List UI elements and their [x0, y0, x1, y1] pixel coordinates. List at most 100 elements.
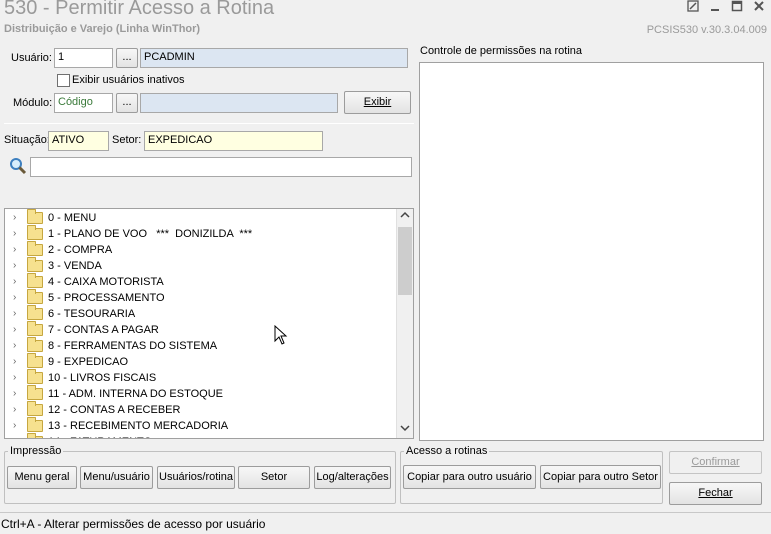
- tree-item[interactable]: › 10 - LIVROS FISCAIS: [5, 369, 397, 386]
- folder-icon: [27, 321, 43, 336]
- chevron-right-icon[interactable]: ›: [13, 370, 16, 386]
- tree-item[interactable]: › 11 - ADM. INTERNA DO ESTOQUE: [5, 385, 397, 402]
- search-input[interactable]: [30, 157, 412, 177]
- folder-icon: [27, 225, 43, 240]
- divider: [4, 123, 414, 124]
- exibir-inativos-checkbox[interactable]: [57, 74, 70, 87]
- edit-window-icon[interactable]: [684, 0, 702, 14]
- modulo-lookup-button[interactable]: ...: [116, 93, 138, 113]
- close-icon[interactable]: [750, 0, 768, 14]
- scroll-up-icon[interactable]: [397, 209, 413, 225]
- tree-item[interactable]: › 3 - VENDA: [5, 257, 397, 274]
- acesso-title: Acesso a rotinas: [404, 445, 490, 457]
- usuario-name-field: PCADMIN: [140, 48, 408, 68]
- situacao-label: Situação:: [4, 134, 50, 146]
- tree-item-label: 11 - ADM. INTERNA DO ESTOQUE: [48, 388, 224, 400]
- chevron-right-icon[interactable]: ›: [13, 258, 16, 274]
- chevron-right-icon[interactable]: ›: [13, 354, 16, 370]
- exibir-button-label: Exibir: [363, 96, 392, 108]
- folder-icon: [27, 273, 43, 288]
- tree-item-label: 8 - FERRAMENTAS DO SISTEMA: [48, 340, 218, 352]
- tree-item-label: 1 - PLANO DE VOO *** DONIZILDA ***: [48, 228, 253, 240]
- tree-item[interactable]: › 5 - PROCESSAMENTO: [5, 289, 397, 306]
- title-bar: 530 - Permitir Acesso a Rotina Distribui…: [0, 0, 771, 38]
- tree-item[interactable]: › 4 - CAIXA MOTORISTA: [5, 273, 397, 290]
- chevron-right-icon[interactable]: ›: [13, 242, 16, 258]
- copiar-usuario-button[interactable]: Copiar para outro usuário: [403, 465, 536, 489]
- magnifier-icon[interactable]: [9, 157, 27, 175]
- confirmar-button[interactable]: Confirmar: [669, 451, 762, 474]
- mouse-cursor-icon: [274, 324, 288, 345]
- folder-icon: [27, 353, 43, 368]
- setor-button[interactable]: Setor: [238, 466, 310, 489]
- permissions-panel[interactable]: [419, 62, 764, 441]
- usuario-code-field[interactable]: 1: [54, 48, 113, 68]
- tree-item[interactable]: › 0 - MENU: [5, 209, 397, 226]
- folder-icon: [27, 289, 43, 304]
- chevron-right-icon[interactable]: ›: [13, 210, 16, 226]
- folder-icon: [27, 241, 43, 256]
- tree-item[interactable]: › 1 - PLANO DE VOO *** DONIZILDA ***: [5, 225, 397, 242]
- chevron-right-icon[interactable]: ›: [13, 322, 16, 338]
- tree-item-label: 2 - COMPRA: [48, 244, 113, 256]
- tree-item-label: 0 - MENU: [48, 212, 97, 224]
- folder-icon: [27, 369, 43, 384]
- chevron-right-icon[interactable]: ›: [13, 418, 16, 434]
- fechar-button[interactable]: Fechar: [669, 482, 762, 505]
- routine-tree[interactable]: › 0 - MENU › 1 - PLANO DE VOO *** DONIZILDA…: [4, 208, 414, 439]
- folder-icon: [27, 401, 43, 416]
- window-subtitle: Distribuição e Varejo (Linha WinThor): [4, 23, 201, 35]
- tree-item[interactable]: › 7 - CONTAS A PAGAR: [5, 321, 397, 338]
- exibir-inativos-label: Exibir usuários inativos: [72, 74, 185, 86]
- maximize-icon[interactable]: [728, 0, 746, 14]
- tree-item[interactable]: › 14 - FATURAMENTO: [5, 433, 397, 438]
- exibir-button[interactable]: Exibir: [344, 91, 411, 114]
- minimize-icon[interactable]: [706, 0, 724, 14]
- modulo-code-field[interactable]: Código: [54, 93, 113, 113]
- log-alteracoes-button[interactable]: Log/alterações: [314, 466, 391, 489]
- scroll-down-icon[interactable]: [397, 422, 413, 438]
- tree-item-label: 13 - RECEBIMENTO MERCADORIA: [48, 420, 229, 432]
- chevron-right-icon[interactable]: ›: [13, 226, 16, 242]
- usuarios-rotina-button[interactable]: Usuários/rotina: [157, 466, 235, 489]
- folder-icon: [27, 385, 43, 400]
- menu-usuario-button[interactable]: Menu/usuário: [80, 466, 153, 489]
- tree-item[interactable]: › 2 - COMPRA: [5, 241, 397, 258]
- fechar-label: Fechar: [698, 487, 733, 499]
- tree-item[interactable]: › 13 - RECEBIMENTO MERCADORIA: [5, 417, 397, 434]
- folder-icon: [27, 305, 43, 320]
- tree-item[interactable]: › 6 - TESOURARIA: [5, 305, 397, 322]
- usuario-lookup-button[interactable]: ...: [116, 48, 138, 68]
- chevron-right-icon[interactable]: ›: [13, 434, 16, 438]
- tree-item-label: 9 - EXPEDICAO: [48, 356, 129, 368]
- tree-item[interactable]: › 8 - FERRAMENTAS DO SISTEMA: [5, 337, 397, 354]
- chevron-right-icon[interactable]: ›: [13, 274, 16, 290]
- chevron-right-icon[interactable]: ›: [13, 386, 16, 402]
- chevron-right-icon[interactable]: ›: [13, 402, 16, 418]
- scroll-thumb[interactable]: [398, 227, 412, 295]
- folder-icon: [27, 337, 43, 352]
- folder-icon: [27, 209, 43, 224]
- folder-icon: [27, 417, 43, 432]
- setor-field[interactable]: EXPEDICAO: [144, 131, 323, 151]
- chevron-right-icon[interactable]: ›: [13, 290, 16, 306]
- status-bar: Ctrl+A - Alterar permissões de acesso po…: [0, 512, 771, 534]
- impressao-title: Impressão: [8, 445, 64, 457]
- chevron-right-icon[interactable]: ›: [13, 306, 16, 322]
- tree-item[interactable]: › 12 - CONTAS A RECEBER: [5, 401, 397, 418]
- permissions-title: Controle de permissões na rotina: [420, 45, 583, 57]
- tree-item[interactable]: › 9 - EXPEDICAO: [5, 353, 397, 370]
- setor-label: Setor:: [112, 134, 142, 146]
- tree-item-label: 5 - PROCESSAMENTO: [48, 292, 165, 304]
- tree-item-label: 3 - VENDA: [48, 260, 102, 272]
- situacao-field[interactable]: ATIVO: [48, 131, 109, 151]
- tree-item-label: 7 - CONTAS A PAGAR: [48, 324, 159, 336]
- tree-item-label: 14 - FATURAMENTO: [48, 435, 152, 438]
- menu-geral-button[interactable]: Menu geral: [7, 466, 77, 489]
- tree-scrollbar[interactable]: [396, 209, 413, 438]
- chevron-right-icon[interactable]: ›: [13, 338, 16, 354]
- version-label: PCSIS530 v.30.3.04.009: [646, 24, 767, 36]
- tree-item-label: 12 - CONTAS A RECEBER: [48, 404, 181, 416]
- status-text: Ctrl+A - Alterar permissões de acesso po…: [1, 517, 266, 531]
- copiar-setor-button[interactable]: Copiar para outro Setor: [540, 465, 661, 489]
